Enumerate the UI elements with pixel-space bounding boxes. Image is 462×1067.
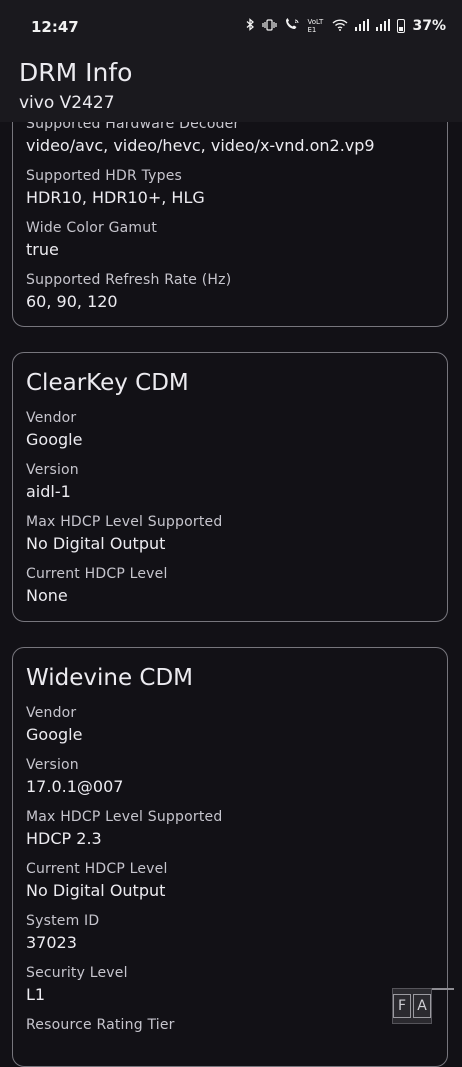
field-value: None — [26, 586, 68, 605]
field-label: System ID — [26, 913, 100, 929]
overlay-handle[interactable] — [432, 988, 454, 990]
field-value: HDCP 2.3 — [26, 829, 102, 848]
field-label: Max HDCP Level Supported — [26, 809, 223, 825]
field-value: video/avc, video/hevc, video/x-vnd.on2.v… — [26, 136, 375, 155]
field-label: Current HDCP Level — [26, 861, 168, 877]
display-info-card: Supported Hardware Decoder video/avc, vi… — [12, 90, 448, 327]
field-label: Version — [26, 757, 79, 773]
app-title: DRM Info — [19, 58, 133, 87]
field-value: HDR10, HDR10+, HLG — [26, 188, 205, 207]
overlay-letter: F — [393, 994, 411, 1018]
field-value: No Digital Output — [26, 534, 166, 553]
field-label: Resource Rating Tier — [26, 1017, 175, 1033]
field-label: Max HDCP Level Supported — [26, 514, 223, 530]
field-label: Supported HDR Types — [26, 168, 183, 184]
card-title: Widevine CDM — [26, 665, 194, 691]
field-label: Vendor — [26, 705, 77, 721]
status-bar: 12:47 VoLTE1 37% — [0, 0, 462, 52]
signal-icon — [376, 18, 391, 34]
status-time: 12:47 — [31, 18, 79, 36]
field-label: Current HDCP Level — [26, 566, 168, 582]
floating-overlay-button[interactable]: F A — [392, 988, 432, 1024]
status-icons: VoLTE1 37% — [246, 18, 446, 34]
field-label: Version — [26, 462, 79, 478]
field-value: Google — [26, 430, 83, 449]
field-value: L1 — [26, 985, 46, 1004]
field-value: 60, 90, 120 — [26, 292, 118, 311]
field-label: Wide Color Gamut — [26, 220, 158, 236]
signal-icon — [355, 18, 370, 34]
app-bar: DRM Info vivo V2427 — [0, 52, 462, 122]
clearkey-cdm-card: ClearKey CDM Vendor Google Version aidl-… — [12, 352, 448, 622]
field-value: 17.0.1@007 — [26, 777, 124, 796]
field-value: 37023 — [26, 933, 77, 952]
bluetooth-icon — [246, 18, 255, 34]
field-label: Security Level — [26, 965, 128, 981]
card-title: ClearKey CDM — [26, 370, 189, 396]
battery-icon — [397, 19, 406, 33]
scroll-content[interactable]: Supported Hardware Decoder video/avc, vi… — [0, 0, 462, 1067]
device-name: vivo V2427 — [19, 93, 115, 113]
vibrate-icon — [262, 18, 278, 34]
field-value: Google — [26, 725, 83, 744]
volte-icon: VoLTE1 — [307, 18, 324, 34]
overlay-letter: A — [413, 994, 431, 1018]
field-value: true — [26, 240, 59, 259]
wifi-icon — [332, 18, 348, 34]
widevine-cdm-card: Widevine CDM Vendor Google Version 17.0.… — [12, 647, 448, 1067]
battery-percent: 37% — [412, 18, 446, 34]
field-label: Vendor — [26, 410, 77, 426]
field-value: No Digital Output — [26, 881, 166, 900]
wifi-calling-icon — [284, 18, 300, 34]
field-value: aidl-1 — [26, 482, 71, 501]
field-label: Supported Refresh Rate (Hz) — [26, 272, 232, 288]
